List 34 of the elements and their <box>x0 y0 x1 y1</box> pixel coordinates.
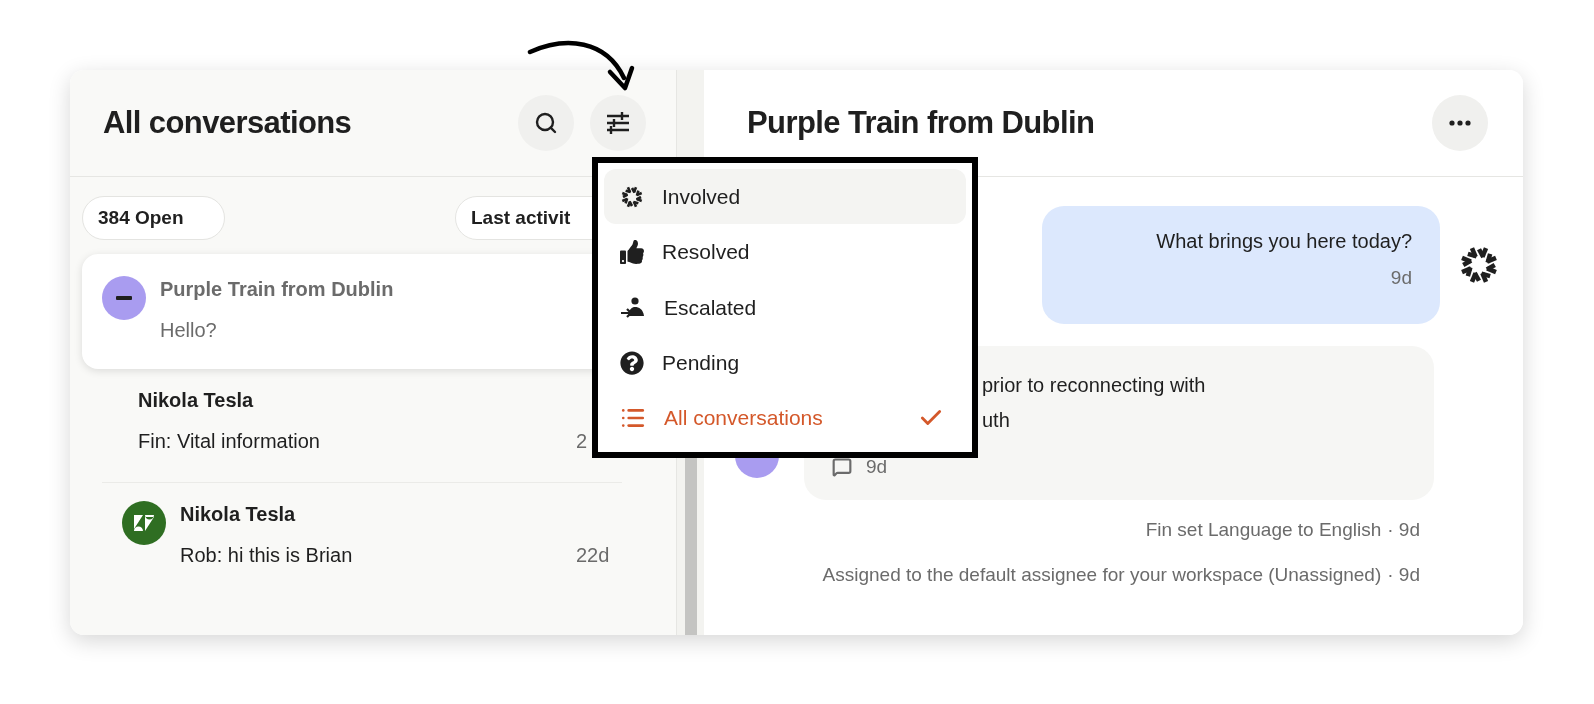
logo-icon <box>133 515 155 531</box>
contact-name: Nikola Tesla <box>138 389 255 412</box>
conversation-item[interactable]: Nikola Tesla Rob: hi this is Brian 22d <box>102 483 622 597</box>
time-label: 9d <box>1390 267 1412 289</box>
sliders-icon <box>605 110 631 136</box>
event-time: · 9d <box>1387 518 1420 542</box>
time-label: 22d <box>576 544 611 567</box>
open-count-button[interactable]: 384 Open <box>82 196 225 240</box>
person-arrow-icon <box>620 295 646 320</box>
thumbs-up-icon <box>620 240 644 265</box>
message-preview: Hello? <box>160 319 218 342</box>
message-preview: Rob: hi this is Brian <box>180 544 354 567</box>
message-text: What brings you here today? <box>1156 230 1412 253</box>
message-text: uth <box>982 409 1011 432</box>
event-text: Fin set Language to English <box>1145 518 1382 542</box>
message-text: prior to reconnecting with <box>982 374 1207 397</box>
more-icon <box>1449 120 1471 126</box>
question-icon <box>620 350 644 375</box>
event-time: · 9d <box>1387 563 1420 587</box>
dash-icon <box>116 296 132 300</box>
search-icon <box>534 111 558 135</box>
more-button[interactable] <box>1432 95 1488 151</box>
time-label: 9d <box>866 456 888 478</box>
contact-name: Nikola Tesla <box>180 503 297 526</box>
message-preview: Fin: Vital information <box>138 430 321 453</box>
time-label: 2 <box>576 430 589 453</box>
list-title: All conversations <box>103 105 353 141</box>
event-text: Assigned to the default assignee for your workspace (Unassigned) <box>822 563 1382 587</box>
menu-item[interactable]: Involved <box>604 169 966 225</box>
conversation-title: Purple Train from Dublin <box>747 105 1096 141</box>
burst-logo-icon <box>1458 244 1500 286</box>
burst-logo-icon <box>620 184 644 209</box>
message-icon <box>832 457 852 477</box>
contact-name: Purple Train from Dublin <box>160 278 395 301</box>
